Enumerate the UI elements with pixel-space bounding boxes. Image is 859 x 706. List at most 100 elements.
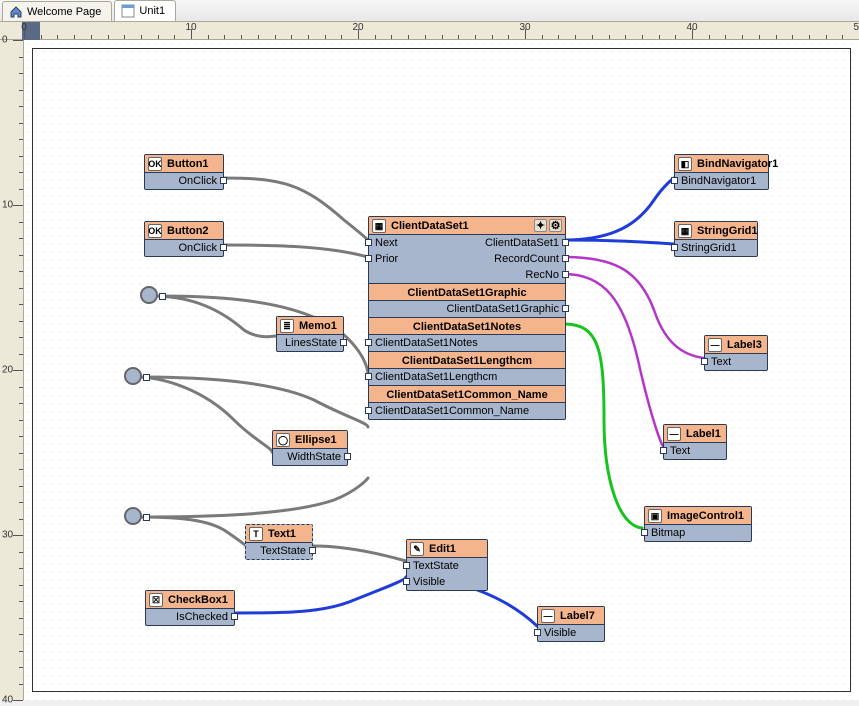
port[interactable]	[365, 339, 372, 346]
port[interactable]	[309, 547, 316, 554]
port[interactable]	[365, 255, 372, 262]
ruler-vertical: 010203040	[0, 40, 24, 700]
node-property[interactable]: ClientDataSet1Notes	[369, 335, 565, 351]
port[interactable]	[231, 613, 238, 620]
node-button2[interactable]: OK Button2 OnClick	[144, 221, 224, 257]
node-title[interactable]: ◯Ellipse1	[273, 431, 347, 449]
node-title[interactable]: ▦ClientDataSet1✦⚙	[369, 217, 565, 235]
port[interactable]	[143, 374, 150, 381]
node-property[interactable]: WidthState	[273, 449, 347, 465]
node-title[interactable]: ▣ImageControl1	[645, 507, 751, 525]
node-subheader: ClientDataSet1Common_Name	[369, 385, 565, 403]
component-icon: ◧	[678, 157, 692, 171]
port[interactable]	[701, 358, 708, 365]
node-property[interactable]: RecNo	[369, 267, 565, 283]
component-icon: ✎	[410, 542, 424, 556]
gear-icon[interactable]: ⚙	[549, 219, 562, 232]
port[interactable]	[534, 629, 541, 636]
node-property[interactable]: BindNavigator1	[675, 173, 768, 189]
port[interactable]	[143, 514, 150, 521]
node-bindnav[interactable]: ◧BindNavigator1BindNavigator1	[674, 154, 769, 190]
node-property[interactable]: LinesState	[277, 335, 343, 351]
tab-label: Unit1	[139, 5, 165, 17]
node-ellipse1[interactable]: ◯Ellipse1WidthState	[272, 430, 348, 466]
node-title[interactable]: OK Button2	[145, 222, 223, 240]
node-title-label: Edit1	[429, 543, 456, 555]
node-property[interactable]: OnClick	[145, 240, 223, 256]
node-title[interactable]: ▦StringGrid1	[675, 222, 757, 240]
node-checkbox1[interactable]: ☒CheckBox1IsChecked	[145, 590, 235, 626]
node-property[interactable]: StringGrid1	[675, 240, 757, 256]
node-title[interactable]: ≣Memo1	[277, 317, 343, 335]
node-stringgrid[interactable]: ▦StringGrid1StringGrid1	[674, 221, 758, 257]
node-memo1[interactable]: ≣Memo1LinesState	[276, 316, 344, 352]
node-label7[interactable]: —Label7Visible	[537, 606, 605, 642]
node-property[interactable]: TextState	[407, 558, 487, 574]
port[interactable]	[403, 562, 410, 569]
node-cds[interactable]: ▦ClientDataSet1✦⚙NextClientDataSet1Prior…	[368, 216, 566, 420]
node-property[interactable]: ClientDataSet1Graphic	[369, 301, 565, 317]
source-circle[interactable]	[124, 507, 142, 525]
port[interactable]	[365, 239, 372, 246]
tab-welcome-page[interactable]: Welcome Page	[2, 1, 112, 21]
home-icon	[9, 5, 23, 19]
node-subheader: ClientDataSet1Notes	[369, 317, 565, 335]
node-property[interactable]: Visible	[538, 625, 604, 641]
node-label3[interactable]: —Label3Text	[704, 335, 768, 371]
port[interactable]	[562, 271, 569, 278]
node-subheader: ClientDataSet1Lengthcm	[369, 351, 565, 369]
node-property[interactable]: NextClientDataSet1	[369, 235, 565, 251]
node-property[interactable]: OnClick	[145, 173, 223, 189]
node-title[interactable]: —Label7	[538, 607, 604, 625]
port[interactable]	[671, 244, 678, 251]
port[interactable]	[159, 293, 166, 300]
tab-bar: Welcome Page Unit1	[0, 0, 859, 22]
node-imagectrl[interactable]: ▣ImageControl1Bitmap	[644, 506, 752, 542]
port[interactable]	[220, 244, 227, 251]
component-icon: OK	[148, 224, 162, 238]
node-title[interactable]: ✎ Edit1	[407, 540, 487, 558]
node-title[interactable]: —Label3	[705, 336, 767, 354]
port[interactable]	[340, 339, 347, 346]
port[interactable]	[365, 373, 372, 380]
port[interactable]	[641, 529, 648, 536]
node-property[interactable]: ClientDataSet1Common_Name	[369, 403, 565, 419]
node-text1[interactable]: TText1TextState	[245, 524, 313, 560]
node-property[interactable]: Bitmap	[645, 525, 751, 541]
source-circle[interactable]	[140, 286, 158, 304]
node-title[interactable]: ☒CheckBox1	[146, 591, 234, 609]
tab-unit1[interactable]: Unit1	[114, 0, 176, 21]
port[interactable]	[660, 447, 667, 454]
node-property[interactable]: PriorRecordCount	[369, 251, 565, 267]
node-property[interactable]: Text	[705, 354, 767, 370]
node-property[interactable]: TextState	[246, 543, 312, 559]
port[interactable]	[344, 453, 351, 460]
node-title-label: Button2	[167, 225, 209, 237]
node-title[interactable]: OKButton1	[145, 155, 223, 173]
node-property[interactable]: Visible	[407, 574, 487, 590]
port[interactable]	[562, 239, 569, 246]
node-label1[interactable]: —Label1Text	[663, 424, 727, 460]
component-icon: —	[708, 338, 722, 352]
node-property[interactable]: IsChecked	[146, 609, 234, 625]
node-title-label: Button1	[167, 158, 209, 170]
wand-icon[interactable]: ✦	[534, 219, 547, 232]
node-title[interactable]: TText1	[246, 525, 312, 543]
port[interactable]	[220, 177, 227, 184]
node-title[interactable]: —Label1	[664, 425, 726, 443]
port[interactable]	[365, 407, 372, 414]
node-edit1[interactable]: ✎ Edit1 TextStateVisible	[406, 539, 488, 591]
node-title-label: BindNavigator1	[697, 158, 778, 170]
node-title[interactable]: ◧BindNavigator1	[675, 155, 768, 173]
port[interactable]	[562, 305, 569, 312]
design-canvas[interactable]: OKButton1OnClickOKButton2OnClick≣Memo1Li…	[24, 40, 859, 700]
node-property[interactable]: Text	[664, 443, 726, 459]
source-circle[interactable]	[124, 367, 142, 385]
component-icon: —	[541, 609, 555, 623]
port[interactable]	[562, 255, 569, 262]
node-property[interactable]: ClientDataSet1Lengthcm	[369, 369, 565, 385]
component-icon: ▦	[372, 219, 386, 233]
node-button1[interactable]: OKButton1OnClick	[144, 154, 224, 190]
port[interactable]	[403, 578, 410, 585]
port[interactable]	[671, 177, 678, 184]
